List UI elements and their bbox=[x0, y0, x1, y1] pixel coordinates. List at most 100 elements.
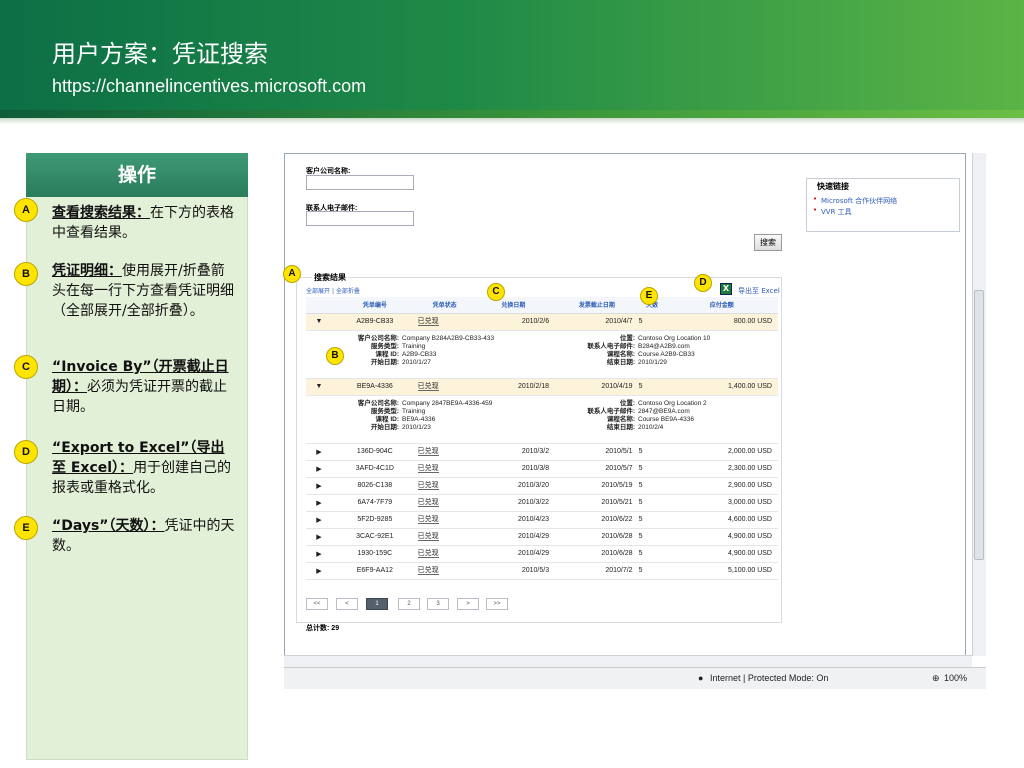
col-status[interactable]: 凭单状态 bbox=[417, 297, 472, 314]
table-row[interactable]: ▶ 3AFD-4C1D 已兑现 2010/3/8 2010/5/7 5 2,300.00 U… bbox=[306, 460, 778, 478]
actions-heading: 操作 bbox=[26, 153, 248, 197]
status-text: 已兑现 bbox=[417, 498, 439, 507]
horizontal-scrollbar[interactable] bbox=[284, 655, 972, 667]
table-row[interactable]: ▶ 8026-C138 已兑现 2010/3/20 2010/5/19 5 2,900.00… bbox=[306, 477, 778, 495]
pager-last[interactable]: >> bbox=[486, 598, 508, 610]
detail-value: Contoso Org Location 10 bbox=[638, 334, 711, 342]
collapse-arrow-icon[interactable]: ▼ bbox=[306, 378, 332, 396]
note-b-title: 凭证明细： bbox=[52, 263, 122, 279]
status-text: 已兑现 bbox=[417, 515, 439, 524]
detail-value: Contoso Org Location 2 bbox=[638, 399, 707, 407]
voucher-id: 8026-C138 bbox=[332, 477, 418, 495]
table-row[interactable]: ▶ 136D-904C 已兑现 2010/3/2 2010/5/1 5 2,000.00 U… bbox=[306, 443, 778, 461]
table-row[interactable]: ▶ E6F9-AA12 已兑现 2010/5/3 2010/7/2 5 5,100.00 U… bbox=[306, 562, 778, 580]
email-input[interactable] bbox=[306, 211, 414, 226]
col-voucher-id[interactable]: 凭单编号 bbox=[332, 297, 418, 314]
table-row[interactable]: ▶ 3CAC-92E1 已兑现 2010/4/29 2010/6/28 5 4,900.00… bbox=[306, 528, 778, 546]
voucher-id: 5F2D-9285 bbox=[332, 511, 418, 529]
detail-value: Course BE9A-4336 bbox=[638, 415, 695, 423]
detail-value: BE9A-4336 bbox=[402, 415, 436, 423]
detail-label: 位置: bbox=[619, 334, 635, 342]
voucher-id: 1930-159C bbox=[332, 545, 418, 563]
detail-label: 客户公司名称: bbox=[357, 334, 399, 342]
voucher-status: 已兑现 bbox=[417, 545, 472, 563]
export-excel-link[interactable]: 导出至 Excel bbox=[738, 286, 780, 296]
detail-label: 课程名称: bbox=[606, 350, 635, 358]
pager-prev[interactable]: < bbox=[336, 598, 358, 610]
expand-arrow-icon[interactable]: ▶ bbox=[306, 477, 332, 495]
voucher-status: 已兑现 bbox=[417, 313, 472, 331]
collapse-all-link[interactable]: 全部折叠 bbox=[336, 288, 360, 295]
col-invoice-by[interactable]: 发票截止日期 bbox=[555, 297, 639, 314]
amount-due: 800.00 USD bbox=[665, 313, 778, 331]
quick-link-vvr[interactable]: VVR 工具 bbox=[821, 207, 852, 217]
slide-url: https://channelincentives.microsoft.com bbox=[52, 76, 367, 96]
detail-cell: 客户公司名称: Company B284A2B9-CB33-433 位置: Conto… bbox=[306, 330, 778, 379]
pager-page-2[interactable]: 2 bbox=[398, 598, 420, 610]
detail-label: 位置: bbox=[619, 399, 635, 407]
search-button[interactable]: 搜索 bbox=[754, 234, 782, 251]
voucher-id: BE9A-4336 bbox=[332, 378, 418, 396]
bullet-icon: • bbox=[813, 195, 818, 203]
expand-arrow-icon[interactable]: ▶ bbox=[306, 545, 332, 563]
badge-a: A bbox=[14, 198, 38, 222]
zoom-level[interactable]: 100% bbox=[944, 673, 967, 683]
table-row[interactable]: ▼ BE9A-4336 已兑现 2010/2/18 2010/4/19 5 1,400.00… bbox=[306, 378, 778, 396]
days: 5 bbox=[638, 545, 666, 563]
detail-label: 开始日期: bbox=[370, 358, 399, 366]
callout-c: C bbox=[487, 283, 505, 301]
callout-d: D bbox=[694, 274, 712, 292]
header-divider bbox=[0, 110, 1024, 118]
table-row[interactable]: ▶ 6A74-7F79 已兑现 2010/3/22 2010/5/21 5 3,000.00… bbox=[306, 494, 778, 512]
pager-first[interactable]: << bbox=[306, 598, 328, 610]
invoice-by-date: 2010/5/7 bbox=[555, 460, 639, 478]
status-text: 已兑现 bbox=[417, 532, 439, 541]
table-row[interactable]: ▶ 5F2D-9285 已兑现 2010/4/23 2010/6/22 5 4,600.00… bbox=[306, 511, 778, 529]
collapse-arrow-icon[interactable]: ▼ bbox=[306, 313, 332, 331]
voucher-id: 3AFD-4C1D bbox=[332, 460, 418, 478]
detail-value: 2010/1/27 bbox=[402, 358, 431, 366]
customer-input[interactable] bbox=[306, 175, 414, 190]
table-row[interactable]: ▼ A2B9-CB33 已兑现 2010/2/6 2010/4/7 5 800.00 USD bbox=[306, 313, 778, 331]
results-table: 凭单编号 凭单状态 兑换日期 发票截止日期 天数 应付金额 ▼ A2B9-CB33… bbox=[306, 297, 778, 580]
voucher-status: 已兑现 bbox=[417, 511, 472, 529]
note-b: 凭证明细：使用展开/折叠箭头在每一行下方查看凭证明细（全部展开/全部折叠）。 bbox=[52, 261, 237, 321]
expand-arrow-icon[interactable]: ▶ bbox=[306, 511, 332, 529]
quick-link-mpn[interactable]: Microsoft 合作伙伴网络 bbox=[821, 196, 897, 206]
redeem-date: 2010/4/29 bbox=[471, 528, 556, 546]
expand-arrow-icon[interactable]: ▶ bbox=[306, 460, 332, 478]
col-redeem-date[interactable]: 兑换日期 bbox=[471, 297, 556, 314]
zoom-icon: ⊕ bbox=[932, 673, 940, 683]
detail-value: Course A2B9-CB33 bbox=[638, 350, 695, 358]
quick-links-title: 快速链接 bbox=[817, 182, 849, 191]
amount-due: 3,000.00 USD bbox=[665, 494, 778, 512]
badge-b: B bbox=[14, 262, 38, 286]
voucher-detail-row: 客户公司名称: Company B284A2B9-CB33-433 位置: Conto… bbox=[306, 330, 778, 379]
detail-value: A2B9-CB33 bbox=[402, 350, 437, 358]
voucher-status: 已兑现 bbox=[417, 443, 472, 461]
amount-due: 4,600.00 USD bbox=[665, 511, 778, 529]
pager-page-1[interactable]: 1 bbox=[366, 598, 388, 610]
expand-arrow-icon[interactable]: ▶ bbox=[306, 562, 332, 580]
days: 5 bbox=[638, 477, 666, 495]
excel-icon[interactable]: X bbox=[720, 283, 732, 295]
status-text: 已兑现 bbox=[417, 447, 439, 456]
status-text: 已兑现 bbox=[417, 566, 439, 575]
pager-page-3[interactable]: 3 bbox=[427, 598, 449, 610]
pager-next[interactable]: > bbox=[457, 598, 479, 610]
invoice-by-date: 2010/7/2 bbox=[555, 562, 639, 580]
detail-label: 课程 ID: bbox=[375, 415, 399, 423]
expand-arrow-icon[interactable]: ▶ bbox=[306, 494, 332, 512]
status-text: 已兑现 bbox=[417, 549, 439, 558]
voucher-id: E6F9-AA12 bbox=[332, 562, 418, 580]
expand-arrow-icon[interactable]: ▶ bbox=[306, 528, 332, 546]
expand-all-link[interactable]: 全部展开 bbox=[306, 288, 330, 295]
days: 5 bbox=[638, 511, 666, 529]
expand-arrow-icon[interactable]: ▶ bbox=[306, 443, 332, 461]
invoice-by-date: 2010/6/28 bbox=[555, 528, 639, 546]
table-row[interactable]: ▶ 1930-159C 已兑现 2010/4/29 2010/6/28 5 4,900.00… bbox=[306, 545, 778, 563]
col-amount[interactable]: 应付金额 bbox=[665, 297, 778, 314]
redeem-date: 2010/4/23 bbox=[471, 511, 556, 529]
vertical-scroll-thumb[interactable] bbox=[974, 290, 984, 560]
note-e: “Days”（天数）：凭证中的天数。 bbox=[52, 516, 237, 556]
